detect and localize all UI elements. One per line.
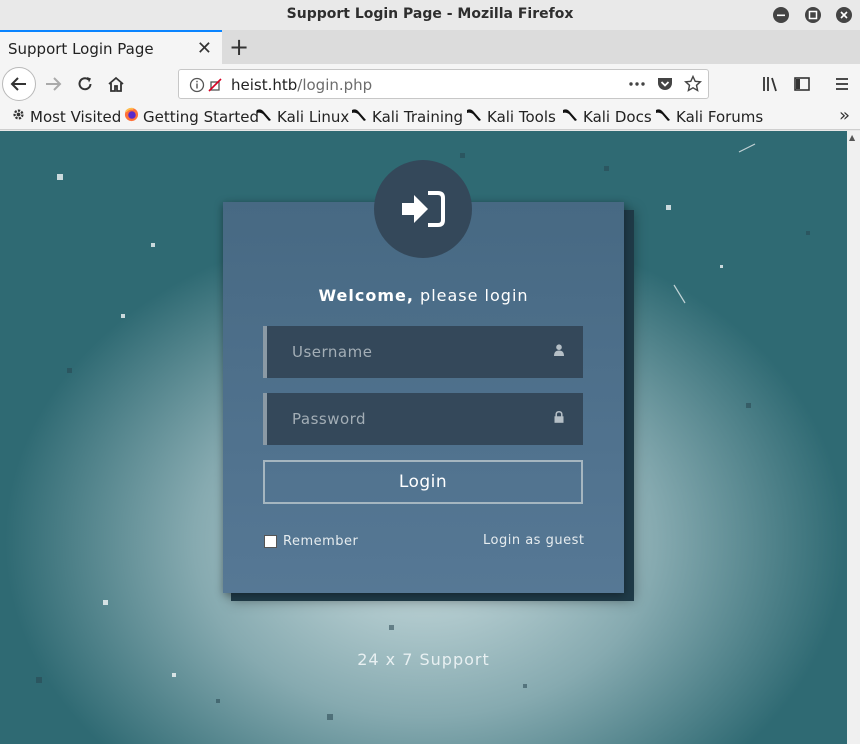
minimize-button[interactable] — [773, 7, 789, 23]
particle — [216, 699, 220, 703]
reload-button[interactable] — [74, 73, 96, 95]
particle — [604, 166, 609, 171]
back-arrow-icon — [10, 77, 26, 91]
username-field[interactable] — [263, 326, 583, 378]
password-field[interactable] — [263, 393, 583, 445]
close-window-button[interactable] — [836, 7, 852, 23]
bookmark-label: Getting Started — [143, 107, 259, 126]
bookmark-kali-docs[interactable]: Kali Docs — [562, 107, 652, 126]
welcome-heading: Welcome, please login — [223, 286, 624, 305]
kali-dragon-icon — [562, 107, 579, 126]
bookmark-label: Kali Forums — [676, 107, 764, 126]
window-titlebar: Support Login Page - Mozilla Firefox — [0, 0, 860, 30]
url-host: heist.htb — [231, 76, 298, 94]
particle-streak — [738, 143, 756, 153]
remember-checkbox[interactable] — [264, 535, 277, 548]
maximize-icon — [808, 10, 818, 20]
bookmark-label: Kali Linux — [277, 107, 350, 126]
login-badge — [374, 160, 472, 258]
particle — [460, 153, 465, 158]
gear-icon — [11, 107, 26, 126]
url-text[interactable]: heist.htb/login.php — [231, 76, 372, 94]
forward-arrow-icon — [46, 77, 62, 91]
bookmark-kali-tools[interactable]: Kali Tools — [466, 107, 556, 126]
site-info-icon[interactable] — [189, 76, 225, 98]
home-button[interactable] — [105, 73, 127, 95]
login-button[interactable]: Login — [263, 460, 583, 504]
scroll-up-arrow-icon[interactable]: ▲ — [849, 133, 855, 142]
navigation-toolbar: heist.htb/login.php — [0, 64, 860, 104]
url-path: /login.php — [297, 76, 373, 94]
particle — [806, 231, 810, 235]
sidebar-button[interactable] — [791, 73, 813, 95]
tab-label: Support Login Page — [8, 40, 154, 58]
particle — [36, 677, 42, 683]
support-footer-text: 24 x 7 Support — [357, 650, 490, 669]
maximize-button[interactable] — [805, 7, 821, 23]
bookmark-label: Most Visited — [30, 107, 122, 126]
login-as-guest-link[interactable]: Login as guest — [483, 533, 584, 548]
bookmarks-toolbar: Most Visited Getting Started Kali Linux … — [0, 104, 860, 130]
url-bar[interactable]: heist.htb/login.php — [178, 69, 709, 99]
tab-strip: Support Login Page ✕ + — [0, 30, 860, 64]
particle — [57, 174, 63, 180]
bookmark-label: Kali Docs — [583, 107, 652, 126]
bookmark-label: Kali Training — [372, 107, 464, 126]
kali-dragon-icon — [655, 107, 672, 126]
particle — [666, 205, 671, 210]
close-icon — [840, 11, 848, 19]
lock-icon — [554, 411, 564, 427]
particle — [67, 368, 72, 373]
back-button[interactable] — [2, 67, 36, 101]
bookmark-kali-training[interactable]: Kali Training — [351, 107, 463, 126]
kali-dragon-icon — [466, 107, 483, 126]
firefox-icon — [124, 107, 139, 126]
particle — [746, 403, 751, 408]
kali-dragon-icon — [351, 107, 368, 126]
vertical-scrollbar[interactable]: ▲ — [847, 131, 860, 744]
tab-close-icon[interactable]: ✕ — [197, 38, 212, 59]
bookmark-kali-forums[interactable]: Kali Forums — [655, 107, 763, 126]
particle — [151, 243, 155, 247]
bookmarks-overflow-icon[interactable]: » — [839, 105, 850, 126]
reload-icon — [78, 77, 92, 91]
particle-streak — [673, 284, 686, 304]
user-icon — [554, 344, 564, 360]
remember-label: Remember — [283, 534, 359, 549]
forward-button[interactable] — [42, 73, 64, 95]
tab-support-login[interactable]: Support Login Page ✕ — [0, 30, 222, 64]
password-input[interactable] — [267, 393, 547, 445]
remember-me[interactable]: Remember — [264, 534, 358, 549]
welcome-bold: Welcome, — [318, 286, 414, 305]
particle — [523, 684, 527, 688]
particle — [389, 625, 394, 630]
particle — [172, 673, 176, 677]
particle — [121, 314, 125, 318]
bookmark-label: Kali Tools — [487, 107, 556, 126]
pocket-icon[interactable] — [656, 75, 674, 97]
particle — [327, 714, 333, 720]
library-button[interactable] — [760, 73, 782, 95]
page-content: Welcome, please login Login Remember Log… — [0, 131, 847, 744]
bookmark-star-icon[interactable] — [683, 74, 703, 97]
particle — [103, 600, 108, 605]
sign-in-icon — [402, 191, 445, 227]
menu-button[interactable] — [831, 73, 853, 95]
minimize-icon — [777, 14, 785, 17]
sidebar-icon — [794, 77, 810, 91]
welcome-rest: please login — [413, 286, 529, 305]
kali-dragon-icon — [256, 107, 273, 126]
page-actions-icon[interactable] — [628, 75, 646, 97]
library-icon — [763, 77, 777, 92]
new-tab-button[interactable]: + — [229, 33, 249, 61]
bookmark-kali-linux[interactable]: Kali Linux — [256, 107, 349, 126]
bookmark-getting-started[interactable]: Getting Started — [124, 107, 259, 126]
particle — [720, 265, 723, 268]
window-title: Support Login Page - Mozilla Firefox — [286, 6, 574, 22]
hamburger-menu-icon — [836, 78, 848, 90]
bookmark-most-visited[interactable]: Most Visited — [11, 107, 121, 126]
username-input[interactable] — [267, 326, 547, 378]
home-icon — [108, 76, 124, 92]
